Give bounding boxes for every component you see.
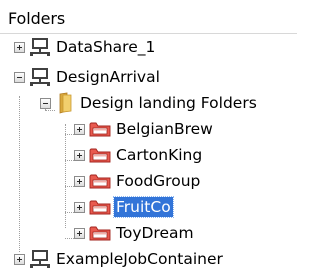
- tree-node-toydream[interactable]: ToyDream: [74, 220, 196, 246]
- tree-node-foodgroup[interactable]: FoodGroup: [74, 168, 202, 194]
- tree-label[interactable]: DataShare_1: [54, 37, 157, 57]
- server-icon: [30, 68, 50, 86]
- expand-plus-icon[interactable]: [74, 227, 85, 239]
- tree-node-designarrival[interactable]: DesignArrival: [14, 64, 162, 90]
- expand-plus-icon[interactable]: [74, 175, 85, 187]
- tree-label[interactable]: DesignArrival: [54, 67, 162, 87]
- hotfolder-icon: [89, 122, 111, 137]
- tree-connector-branch: [65, 186, 74, 187]
- tree-label[interactable]: FoodGroup: [114, 171, 202, 191]
- tree-connector-branch: [65, 212, 74, 213]
- expand-plus-icon[interactable]: [74, 149, 85, 161]
- folder-tree[interactable]: DataShare_1 DesignArrival Design landing…: [0, 34, 297, 268]
- expand-plus-icon[interactable]: [14, 41, 25, 53]
- server-icon: [30, 38, 50, 56]
- tree-node-cartonking[interactable]: CartonKing: [74, 142, 204, 168]
- expand-plus-icon[interactable]: [74, 123, 85, 135]
- tree-node-landing-folders[interactable]: Design landing Folders: [40, 90, 259, 116]
- expand-plus-icon[interactable]: [14, 253, 25, 265]
- collapse-minus-icon[interactable]: [14, 71, 25, 83]
- hotfolder-icon: [89, 148, 111, 163]
- hotfolder-icon: [89, 200, 111, 215]
- tree-label[interactable]: ExampleJobContainer: [54, 249, 225, 269]
- tree-node-datashare[interactable]: DataShare_1: [14, 34, 157, 60]
- tree-label[interactable]: ToyDream: [114, 223, 196, 243]
- tree-label-selected[interactable]: FruitCo: [113, 196, 174, 218]
- folder-icon: [59, 92, 72, 114]
- tree-connector-root: [19, 96, 20, 252]
- tree-connector-branch: [65, 238, 74, 239]
- expand-plus-icon[interactable]: [74, 201, 85, 213]
- server-icon: [30, 250, 50, 268]
- tree-label[interactable]: Design landing Folders: [78, 93, 259, 113]
- tree-node-belgianbrew[interactable]: BelgianBrew: [74, 116, 215, 142]
- tree-connector-branch: [65, 134, 74, 135]
- folders-panel-header: Folders: [0, 0, 297, 34]
- tree-label[interactable]: CartonKing: [114, 145, 204, 165]
- tree-label[interactable]: BelgianBrew: [114, 119, 215, 139]
- tree-connector-branch: [65, 160, 74, 161]
- hotfolder-icon: [89, 226, 111, 241]
- panel-title: Folders: [8, 9, 66, 28]
- collapse-minus-icon[interactable]: [40, 97, 51, 109]
- tree-node-fruitco[interactable]: FruitCo: [74, 194, 174, 220]
- hotfolder-icon: [89, 174, 111, 189]
- tree-node-examplejobcontainer[interactable]: ExampleJobContainer: [14, 246, 225, 272]
